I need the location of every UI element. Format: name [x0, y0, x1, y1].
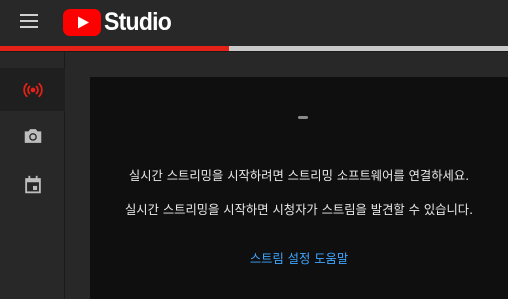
stream-preview-panel: 실시간 스트리밍을 시작하려면 스트리밍 소프트웨어를 연결하세요. 실시간 스… — [90, 77, 508, 299]
top-app-bar: Studio — [0, 0, 508, 46]
camera-icon — [24, 128, 41, 143]
main-content: 실시간 스트리밍을 시작하려면 스트리밍 소프트웨어를 연결하세요. 실시간 스… — [66, 52, 508, 299]
loading-spinner-icon — [298, 116, 308, 119]
sidebar — [0, 52, 65, 299]
viewers-discover-message: 실시간 스트리밍을 시작하면 시청자가 스트림을 발견할 수 있습니다. — [124, 203, 474, 217]
youtube-play-logo-icon — [63, 8, 101, 36]
sidebar-item-calendar[interactable] — [0, 163, 65, 206]
studio-logo[interactable]: Studio — [63, 7, 177, 37]
stream-setup-help-link[interactable]: 스트림 설정 도움말 — [90, 251, 508, 267]
sidebar-item-live[interactable] — [0, 68, 65, 111]
hamburger-menu-icon[interactable] — [15, 11, 45, 33]
calendar-icon — [24, 175, 41, 193]
logo-text: Studio — [104, 7, 172, 36]
live-broadcast-icon — [22, 82, 43, 97]
sidebar-item-camera[interactable] — [0, 114, 65, 157]
connect-software-message: 실시간 스트리밍을 시작하려면 스트리밍 소프트웨어를 연결하세요. — [128, 169, 470, 183]
